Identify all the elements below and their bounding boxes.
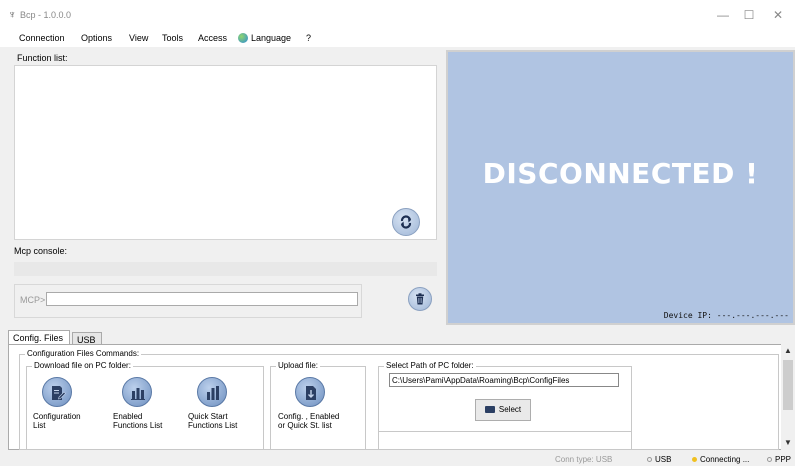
config-files-tab-content: Configuration Files Commands: Download f… xyxy=(8,344,795,450)
mcp-command-input[interactable] xyxy=(46,292,358,306)
usb-status-dot-icon xyxy=(647,457,652,462)
conn-type-status: Conn type: USB xyxy=(555,455,613,464)
menu-tools[interactable]: Tools xyxy=(162,33,183,43)
tab-content-scrollbar[interactable]: ▲ ▼ xyxy=(781,344,795,450)
download-configuration-list-caption: Configuration List xyxy=(33,412,81,430)
menu-language[interactable]: Language xyxy=(238,33,291,43)
connecting-status: Connecting ... xyxy=(692,455,749,464)
bar-chart-icon xyxy=(131,388,145,400)
menu-access[interactable]: Access xyxy=(198,33,227,43)
minimize-button[interactable]: — xyxy=(710,6,736,24)
menu-connection[interactable]: Connection xyxy=(19,33,65,43)
download-label: Download file on PC folder: xyxy=(32,361,133,370)
select-folder-button[interactable]: Select xyxy=(475,399,531,421)
trash-icon xyxy=(416,293,424,305)
console-output xyxy=(14,262,437,276)
scroll-up-arrow[interactable]: ▲ xyxy=(781,344,795,358)
usb-status: USB xyxy=(647,455,671,464)
clear-console-button[interactable] xyxy=(408,287,432,311)
function-panel: Function list: Mcp console: MCP> xyxy=(11,50,441,325)
select-folder-label: Select xyxy=(498,405,522,414)
pc-folder-path-input[interactable]: C:\Users\Pami\AppData\Roaming\Bcp\Config… xyxy=(389,373,619,387)
upload-file-caption: Config. , Enabled or Quick St. list xyxy=(278,412,340,430)
divider xyxy=(379,431,631,432)
config-commands-label: Configuration Files Commands: xyxy=(25,349,142,358)
title-bar: ♆ Bcp - 1.0.0.0 — ☐ ✕ xyxy=(0,0,795,30)
config-commands-group: Configuration Files Commands: Download f… xyxy=(19,349,779,450)
download-quick-start-functions-button[interactable] xyxy=(197,377,227,407)
menu-language-label: Language xyxy=(251,33,292,43)
refresh-button[interactable] xyxy=(392,208,420,236)
edit-document-icon xyxy=(52,386,66,400)
menu-view[interactable]: View xyxy=(129,33,148,43)
connection-status-text: DISCONNECTED ! xyxy=(482,157,759,190)
path-group: Select Path of PC folder: C:\Users\Pami\… xyxy=(378,361,632,450)
folder-icon xyxy=(484,406,495,413)
path-label: Select Path of PC folder: xyxy=(384,361,476,370)
upload-file-button[interactable] xyxy=(295,377,325,407)
close-button[interactable]: ✕ xyxy=(765,6,791,24)
function-list[interactable] xyxy=(14,65,437,240)
column-chart-icon xyxy=(207,386,219,400)
ppp-status: PPP xyxy=(767,455,791,464)
download-configuration-list-button[interactable] xyxy=(42,377,72,407)
scroll-thumb[interactable] xyxy=(783,360,793,410)
scroll-down-arrow[interactable]: ▼ xyxy=(781,436,795,450)
connection-status-panel: DISCONNECTED ! Device IP: ---.---.---.--… xyxy=(446,50,795,325)
globe-icon xyxy=(238,33,248,43)
main-area: Function list: Mcp console: MCP> DISCONN… xyxy=(11,50,795,325)
function-list-label: Function list: xyxy=(17,53,68,63)
download-enabled-functions-caption: Enabled Functions List xyxy=(113,412,163,430)
status-bar: Conn type: USB USB Connecting ... PPP xyxy=(0,452,795,466)
upload-document-icon xyxy=(306,386,316,400)
upload-label: Upload file: xyxy=(276,361,321,370)
menu-help[interactable]: ? xyxy=(306,33,311,43)
download-group: Download file on PC folder: Configuratio… xyxy=(26,361,264,450)
refresh-icon xyxy=(400,215,412,229)
window-title: Bcp - 1.0.0.0 xyxy=(20,10,72,20)
upload-group: Upload file: Config. , Enabled or Quick … xyxy=(270,361,366,450)
ppp-status-dot-icon xyxy=(767,457,772,462)
device-ip-label: Device IP: ---.---.---.--- xyxy=(663,311,789,320)
app-icon: ♆ xyxy=(8,9,17,21)
menu-options[interactable]: Options xyxy=(81,33,112,43)
connecting-status-dot-icon xyxy=(692,457,697,462)
download-quick-start-functions-caption: Quick Start Functions List xyxy=(188,412,238,430)
mcp-prompt-label: MCP> xyxy=(20,295,46,305)
mcp-command-box: MCP> xyxy=(14,284,362,318)
download-enabled-functions-button[interactable] xyxy=(122,377,152,407)
menu-bar: Connection Options View Tools Access Lan… xyxy=(0,30,795,47)
bottom-panel: Config. Files USB Configuration Files Co… xyxy=(8,330,795,450)
console-label: Mcp console: xyxy=(14,246,68,256)
tab-config-files[interactable]: Config. Files xyxy=(8,330,70,344)
maximize-button[interactable]: ☐ xyxy=(736,6,762,24)
